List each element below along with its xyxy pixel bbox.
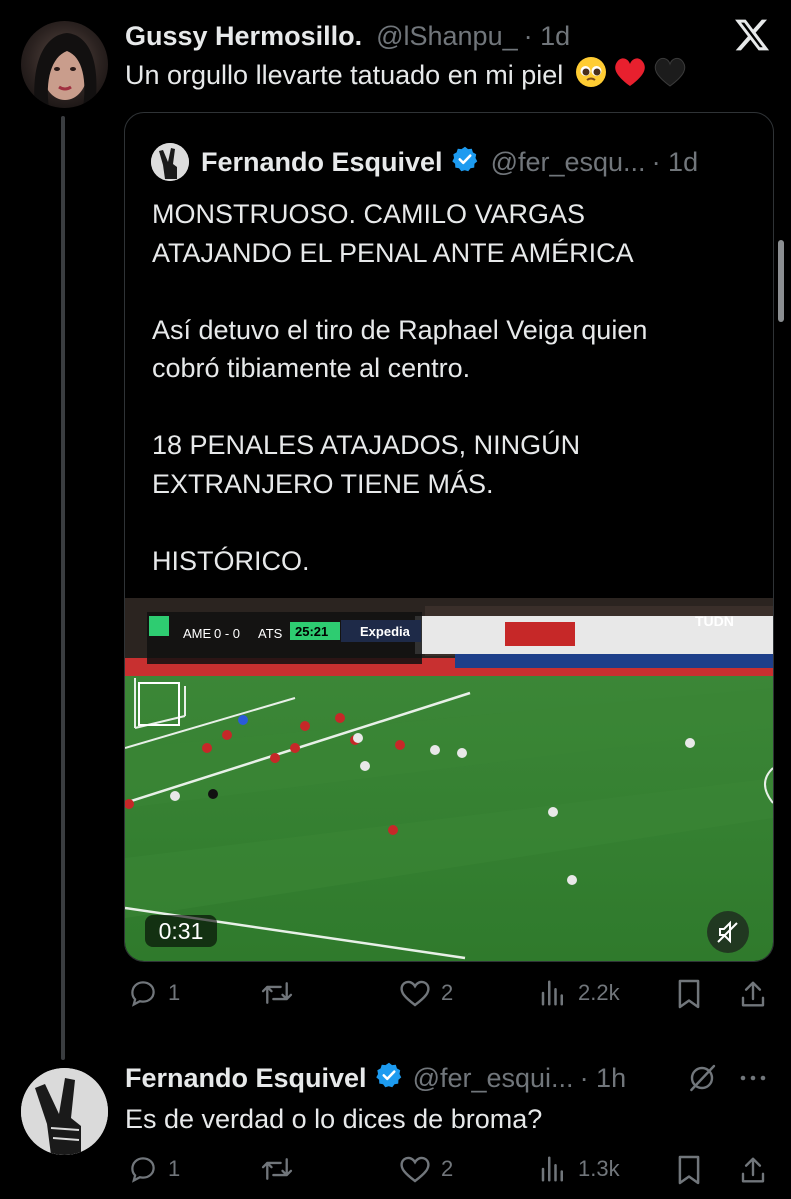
- reply-like-button[interactable]: 2: [399, 1154, 453, 1184]
- quoted-tweet-card[interactable]: Fernando Esquivel @fer_esqu... · 1d MONS…: [124, 112, 774, 962]
- reply-header: Fernando Esquivel @fer_esqui... · 1h: [125, 1060, 626, 1096]
- reply-author-name[interactable]: Fernando Esquivel: [125, 1063, 367, 1094]
- like-count: 2: [441, 980, 454, 1005]
- quote-author-handle: @fer_esqu...: [490, 146, 646, 177]
- speaker-muted-icon: [717, 920, 738, 944]
- red-heart-icon: [613, 56, 647, 95]
- reply-bookmark-button[interactable]: [676, 1154, 702, 1186]
- views-bar-chart-icon: [541, 1156, 563, 1182]
- reply-text-row: Es de verdad o lo dices de broma?: [125, 1100, 542, 1138]
- scrollbar-thumb[interactable]: [778, 240, 784, 322]
- reply-retweet-button[interactable]: [260, 1154, 294, 1184]
- views-bar-chart-icon: [541, 980, 563, 1006]
- video-frame-soccer-pitch: AME 0 - 0 ATS 25:21 Expedia TUDN: [125, 598, 773, 961]
- quote-header: Fernando Esquivel @fer_esqu... · 1d: [201, 143, 698, 181]
- avatar-portrait: [34, 33, 97, 108]
- peace-hand-icon: [151, 143, 189, 181]
- reply-like-count: 2: [441, 1156, 454, 1181]
- more-options-icon[interactable]: [736, 1064, 770, 1092]
- reply-views-button[interactable]: 1.3k: [538, 1154, 620, 1184]
- reply-views-count: 1.3k: [578, 1156, 620, 1181]
- reply-button[interactable]: 1: [128, 978, 180, 1008]
- video-duration: 0:31: [145, 915, 217, 947]
- views-count: 2.2k: [578, 980, 620, 1005]
- scoreboard-away: ATS: [258, 626, 283, 641]
- author-handle[interactable]: @lShanpu_: [376, 21, 518, 52]
- reply-verified-badge-icon: [375, 1061, 403, 1096]
- retweet-icon: [261, 1158, 293, 1180]
- video-player[interactable]: AME 0 - 0 ATS 25:21 Expedia TUDN 0:31: [125, 598, 773, 961]
- black-heart-icon: [653, 56, 687, 95]
- scoreboard-score: 0 - 0: [214, 626, 240, 641]
- retweet-icon: [261, 982, 293, 1004]
- bookmark-icon: [678, 979, 700, 1009]
- broadcaster-logo: TUDN: [695, 613, 734, 629]
- reply-author-avatar[interactable]: [21, 1068, 108, 1155]
- share-icon: [741, 1157, 765, 1183]
- quote-text: MONSTRUOSO. CAMILO VARGAS ATAJANDO EL PE…: [152, 199, 648, 576]
- mute-toggle-button[interactable]: [707, 911, 749, 953]
- verified-badge-icon: [451, 145, 479, 180]
- peace-hand-avatar-icon: [21, 1068, 108, 1155]
- bookmark-icon: [678, 1155, 700, 1185]
- scoreboard-clock: 25:21: [295, 624, 328, 639]
- tweet-text-row: Un orgullo llevarte tatuado en mi piel: [125, 56, 687, 94]
- reply-count: 1: [168, 980, 181, 1005]
- x-logo-icon[interactable]: [733, 16, 771, 54]
- tweet-text: Un orgullo llevarte tatuado en mi piel: [125, 59, 564, 90]
- reply-author-handle[interactable]: @fer_esqui...: [413, 1063, 574, 1094]
- share-button[interactable]: [738, 978, 768, 1010]
- tweet-header: Gussy Hermosillo. @lShanpu_ · 1d: [125, 18, 570, 54]
- reply-text: Es de verdad o lo dices de broma?: [125, 1103, 543, 1134]
- reply-icon: [131, 1157, 155, 1183]
- retweet-button[interactable]: [260, 978, 294, 1008]
- reply-icon: [131, 981, 155, 1007]
- heart-icon: [400, 980, 430, 1007]
- quote-author-avatar: [151, 143, 189, 181]
- quote-author-name: Fernando Esquivel: [201, 146, 443, 177]
- reply-reply-button[interactable]: 1: [128, 1154, 180, 1184]
- scoreboard-home: AME: [183, 626, 212, 641]
- pleading-face-icon: [575, 56, 607, 95]
- author-avatar[interactable]: [21, 21, 108, 108]
- like-button[interactable]: 2: [399, 978, 453, 1008]
- reply-reply-count: 1: [168, 1156, 181, 1181]
- author-name[interactable]: Gussy Hermosillo.: [125, 21, 362, 52]
- bookmark-button[interactable]: [676, 978, 702, 1010]
- tweet-time[interactable]: · 1d: [524, 21, 571, 52]
- views-button[interactable]: 2.2k: [538, 978, 620, 1008]
- thread-connector-line: [61, 116, 65, 1060]
- heart-icon: [400, 1156, 430, 1183]
- reply-time[interactable]: · 1h: [580, 1063, 627, 1094]
- quote-time: · 1d: [651, 146, 699, 177]
- share-icon: [741, 981, 765, 1007]
- grok-icon[interactable]: [686, 1062, 718, 1094]
- scoreboard-sponsor: Expedia: [360, 624, 411, 639]
- reply-share-button[interactable]: [738, 1154, 768, 1186]
- video-duration-label: 0:31: [158, 918, 204, 944]
